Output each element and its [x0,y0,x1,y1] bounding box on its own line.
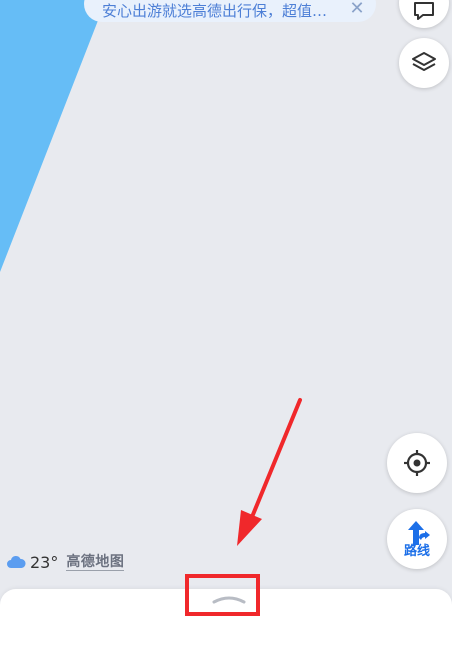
temperature: 23° [30,552,59,572]
layers-button[interactable] [399,38,449,88]
route-arrow-icon [408,521,430,545]
promo-banner[interactable]: 安心出游就选高德出行保，超值… ✕ [84,0,376,22]
cloud-icon [7,555,26,568]
message-icon [414,2,434,20]
route-label: 路线 [403,544,430,559]
locate-button[interactable] [387,433,447,493]
promo-banner-text: 安心出游就选高德出行保，超值… [102,1,328,20]
route-button[interactable]: 路线 [387,509,447,569]
weather-widget[interactable]: 23° 高德地图 [6,552,125,572]
water-area [0,0,106,272]
amap-logo: 高德地图 [66,553,125,571]
highlight-box [185,574,260,616]
layers-icon [412,52,436,71]
locate-icon [404,450,430,476]
close-icon[interactable]: ✕ [348,0,366,18]
map-canvas[interactable] [0,0,452,620]
